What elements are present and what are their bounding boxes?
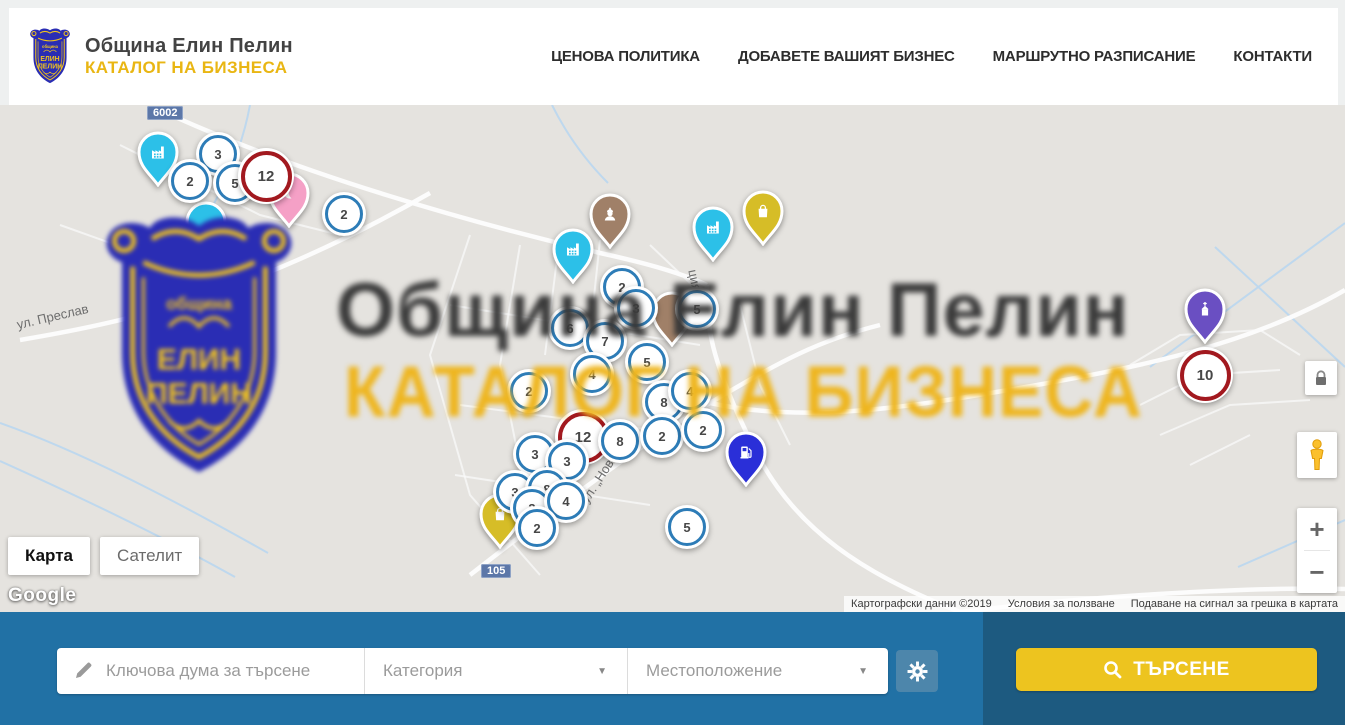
pencil-icon: [74, 662, 92, 680]
google-logo[interactable]: Google: [8, 585, 76, 607]
location-select[interactable]: Местоположение ▼: [627, 648, 888, 694]
crest-org-label: община: [42, 44, 59, 49]
map-cluster[interactable]: 2: [168, 159, 212, 203]
search-icon: [1103, 660, 1122, 679]
map-pin-bag[interactable]: [741, 190, 785, 246]
map-pin-fuel[interactable]: [724, 431, 768, 487]
search-submit-button[interactable]: ТЪРСЕНЕ: [1016, 648, 1317, 691]
nav-add-business[interactable]: ДОБАВЕТЕ ВАШИЯТ БИЗНЕС: [738, 48, 955, 65]
map-cluster[interactable]: 4: [570, 352, 614, 396]
map-cluster[interactable]: 2: [681, 408, 725, 452]
chevron-down-icon: ▼: [597, 666, 607, 677]
search-bar: Категория ▼ Местоположение ▼: [57, 648, 888, 694]
main-nav: ЦЕНОВА ПОЛИТИКА ДОБАВЕТЕ ВАШИЯТ БИЗНЕС М…: [551, 48, 1312, 65]
map-cluster[interactable]: 8: [598, 419, 642, 463]
map-type-map-button[interactable]: Карта: [8, 537, 90, 575]
nav-route-schedule[interactable]: МАРШРУТНО РАЗПИСАНИЕ: [993, 48, 1196, 65]
pegman-icon: [1306, 439, 1328, 471]
map-cluster[interactable]: 5: [675, 287, 719, 331]
zoom-out-button[interactable]: −: [1297, 551, 1337, 593]
location-value: Местоположение: [646, 661, 782, 681]
map-type-control: Карта Сателит: [8, 537, 199, 575]
report-error-link[interactable]: Подаване на сигнал за грешка в картата: [1131, 598, 1338, 610]
zoom-in-button[interactable]: +: [1297, 508, 1337, 550]
nav-contacts[interactable]: КОНТАКТИ: [1233, 48, 1312, 65]
map-pin-church[interactable]: [1183, 288, 1227, 344]
map-cluster[interactable]: 5: [625, 340, 669, 384]
header: община ЕЛИН ПЕЛИН Община Елин Пелин КАТА…: [9, 8, 1338, 106]
search-section: Категория ▼ Местоположение ▼: [0, 612, 1345, 725]
site-title: Община Елин Пелин: [85, 35, 293, 58]
advanced-options-button[interactable]: [896, 650, 938, 692]
map-cluster[interactable]: 2: [515, 506, 559, 550]
street-view-pegman-button[interactable]: [1297, 432, 1337, 478]
page: община ЕЛИН ПЕЛИН Община Елин Пелин КАТА…: [0, 0, 1345, 725]
crest-name-line1: ЕЛИН: [40, 56, 59, 63]
crest-name-line2: ПЕЛИН: [38, 63, 62, 70]
chevron-down-icon: ▼: [858, 666, 868, 677]
nav-pricing[interactable]: ЦЕНОВА ПОЛИТИКА: [551, 48, 700, 65]
lock-button[interactable]: [1305, 361, 1337, 395]
municipality-crest-logo: община ЕЛИН ПЕЛИН: [27, 28, 73, 85]
map-cluster[interactable]: 2: [640, 414, 684, 458]
site-subtitle: КАТАЛОГ НА БИЗНЕСА: [85, 58, 293, 78]
search-submit-label: ТЪРСЕНЕ: [1133, 659, 1230, 681]
brand[interactable]: община ЕЛИН ПЕЛИН Община Елин Пелин КАТА…: [27, 28, 293, 85]
map-cluster[interactable]: 2: [322, 192, 366, 236]
keyword-field[interactable]: [57, 648, 364, 694]
map-data-copyright: Картографски данни ©2019: [851, 598, 992, 610]
keyword-input[interactable]: [104, 660, 364, 682]
map-cluster[interactable]: 5: [665, 505, 709, 549]
terms-link[interactable]: Условия за ползване: [1008, 598, 1115, 610]
map-attribution: Картографски данни ©2019 Условия за полз…: [844, 596, 1345, 612]
map-cluster[interactable]: 2: [507, 369, 551, 413]
google-map[interactable]: 6002 105 ул. Преслав бул. „Новосел ция" …: [0, 105, 1345, 612]
map-cluster[interactable]: 3: [614, 286, 658, 330]
map-pin-factory[interactable]: [551, 228, 595, 284]
zoom-control: + −: [1297, 508, 1337, 593]
gear-icon: [907, 661, 928, 682]
lock-icon: [1313, 369, 1329, 387]
map-cluster[interactable]: 12: [238, 148, 294, 204]
category-select[interactable]: Категория ▼: [364, 648, 627, 694]
map-markers-layer: 3251222356754284128223338342510: [0, 105, 1345, 612]
category-value: Категория: [383, 661, 462, 681]
map-pin-plain[interactable]: [184, 201, 228, 257]
map-type-satellite-button[interactable]: Сателит: [100, 537, 199, 575]
map-cluster[interactable]: 4: [668, 369, 712, 413]
map-pin-factory[interactable]: [691, 206, 735, 262]
map-cluster[interactable]: 10: [1177, 347, 1233, 403]
